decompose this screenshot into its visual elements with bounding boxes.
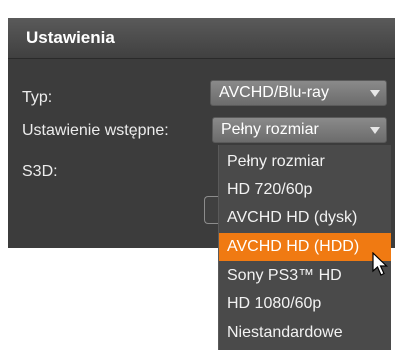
dropdown-item-hd-720-60p[interactable]: HD 720/60p bbox=[219, 176, 391, 204]
preset-select-value: Pełny rozmiar bbox=[221, 121, 319, 138]
panel-title: Ustawienia bbox=[26, 28, 115, 47]
dropdown-item-hd-1080-60p[interactable]: HD 1080/60p bbox=[219, 290, 391, 318]
panel-header: Ustawienia bbox=[8, 18, 395, 59]
type-label: Typ: bbox=[22, 89, 53, 106]
dropdown-item-custom[interactable]: Niestandardowe bbox=[219, 319, 391, 347]
dropdown-item-avchd-hd-hdd[interactable]: AVCHD HD (HDD) bbox=[219, 233, 391, 261]
dropdown-item-full-size[interactable]: Pełny rozmiar bbox=[219, 148, 391, 176]
preset-select[interactable]: Pełny rozmiar bbox=[212, 117, 387, 143]
chevron-down-icon bbox=[370, 127, 380, 134]
mouse-pointer-icon bbox=[372, 252, 388, 276]
preset-dropdown-menu: Pełny rozmiar HD 720/60p AVCHD HD (dysk)… bbox=[218, 145, 391, 350]
type-select[interactable]: AVCHD/Blu-ray bbox=[210, 80, 387, 106]
s3d-label: S3D: bbox=[22, 163, 58, 180]
type-select-value: AVCHD/Blu-ray bbox=[219, 84, 329, 101]
dropdown-item-sony-ps3-hd[interactable]: Sony PS3™ HD bbox=[219, 262, 391, 290]
dropdown-item-avchd-hd-disc[interactable]: AVCHD HD (dysk) bbox=[219, 204, 391, 232]
preset-label: Ustawienie wstępne: bbox=[22, 122, 169, 139]
chevron-down-icon bbox=[370, 90, 380, 97]
